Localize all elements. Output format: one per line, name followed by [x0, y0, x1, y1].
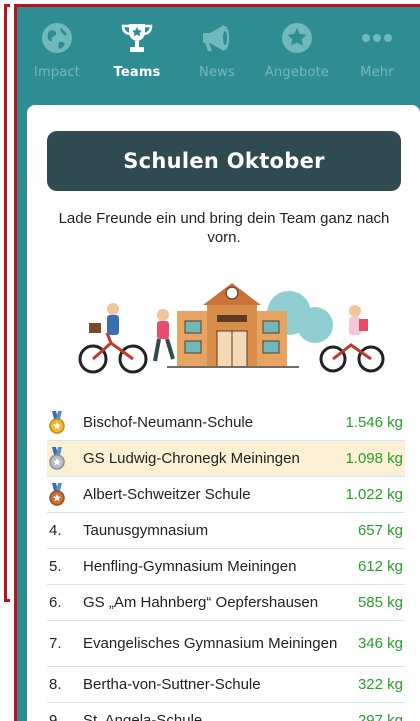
- bronze-medal-icon: [49, 482, 83, 507]
- tab-news-label: News: [199, 65, 235, 80]
- top-tab-bar: Impact Teams News Angebote Mehr: [17, 7, 420, 99]
- app-window: Impact Teams News Angebote Mehr Schulen …: [14, 4, 420, 721]
- ranking-weight: 612 kg: [357, 558, 403, 575]
- school-illustration: [67, 275, 387, 375]
- ranking-weight: 322 kg: [357, 676, 403, 693]
- screen: Impact Teams News Angebote Mehr Schulen …: [0, 0, 420, 721]
- tab-mehr-label: Mehr: [360, 65, 394, 80]
- ranking-school-name: Evangelisches Gymnasium Meiningen: [83, 634, 338, 652]
- tab-teams[interactable]: Teams: [97, 7, 177, 99]
- ranking-school-name: Bischof-Neumann-Schule: [83, 413, 254, 431]
- ranking-row-1[interactable]: Bischof-Neumann-Schule 1.546 kg: [47, 405, 405, 441]
- ranking-position: 4.: [49, 522, 62, 539]
- page-subtitle: Lade Freunde ein und bring dein Team gan…: [58, 210, 390, 246]
- ranking-school-name: GS Ludwig-Chronegk Meiningen: [83, 449, 300, 467]
- ranking-weight: 657 kg: [357, 522, 403, 539]
- ranking-row-7[interactable]: 7. Evangelisches Gymnasium Meiningen 346…: [47, 621, 405, 667]
- tab-teams-label: Teams: [113, 65, 161, 80]
- ranking-list: Bischof-Neumann-Schule 1.546 kg GS Ludwi…: [47, 405, 405, 721]
- ranking-row-4[interactable]: 4. Taunusgymnasium 657 kg: [47, 513, 405, 549]
- ranking-weight: 346 kg: [357, 635, 403, 652]
- gold-medal-icon: [49, 410, 83, 435]
- tab-angebote[interactable]: Angebote: [257, 7, 337, 99]
- ranking-weight: 297 kg: [357, 712, 403, 721]
- ranking-school-name: Albert-Schweitzer Schule: [83, 485, 251, 503]
- ranking-school-name: St. Angela-Schule: [83, 711, 203, 721]
- ranking-position: 8.: [49, 676, 62, 693]
- ranking-position: 5.: [49, 558, 62, 575]
- ranking-position: 7.: [49, 635, 62, 652]
- ranking-weight: 1.022 kg: [345, 486, 403, 503]
- ranking-school-name: GS „Am Hahnberg“ Oepfershausen: [83, 593, 319, 611]
- ranking-weight: 1.098 kg: [345, 450, 403, 467]
- silver-medal-icon: [49, 446, 83, 471]
- ranking-row-8[interactable]: 8. Bertha-von-Suttner-Schule 322 kg: [47, 667, 405, 703]
- tab-impact-label: Impact: [33, 65, 81, 80]
- ranking-row-6[interactable]: 6. GS „Am Hahnberg“ Oepfershausen 585 kg: [47, 585, 405, 621]
- tab-mehr[interactable]: Mehr: [337, 7, 417, 99]
- tab-impact[interactable]: Impact: [17, 7, 97, 99]
- star-icon: [280, 21, 314, 55]
- globe-icon: [40, 21, 74, 55]
- ranking-row-9[interactable]: 9. St. Angela-Schule 297 kg: [47, 703, 405, 721]
- ranking-school-name: Henfling-Gymnasium Meiningen: [83, 557, 297, 575]
- page-title: Schulen Oktober: [47, 131, 401, 191]
- megaphone-icon: [200, 21, 234, 55]
- ranking-row-2-highlighted[interactable]: GS Ludwig-Chronegk Meiningen 1.098 kg: [47, 441, 405, 477]
- ranking-school-name: Bertha-von-Suttner-Schule: [83, 675, 261, 693]
- annotation-bracket: [4, 4, 10, 602]
- ranking-weight: 1.546 kg: [345, 414, 403, 431]
- tab-news[interactable]: News: [177, 7, 257, 99]
- ranking-school-name: Taunusgymnasium: [83, 521, 209, 539]
- ranking-row-5[interactable]: 5. Henfling-Gymnasium Meiningen 612 kg: [47, 549, 405, 585]
- trophy-icon: [120, 21, 154, 55]
- ranking-weight: 585 kg: [357, 594, 403, 611]
- ranking-position: 6.: [49, 594, 62, 611]
- ranking-position: 9.: [49, 712, 62, 721]
- content-card: Schulen Oktober Lade Freunde ein und bri…: [27, 105, 420, 721]
- more-dots-icon: [360, 21, 394, 55]
- tab-angebote-label: Angebote: [264, 65, 330, 80]
- ranking-row-3[interactable]: Albert-Schweitzer Schule 1.022 kg: [47, 477, 405, 513]
